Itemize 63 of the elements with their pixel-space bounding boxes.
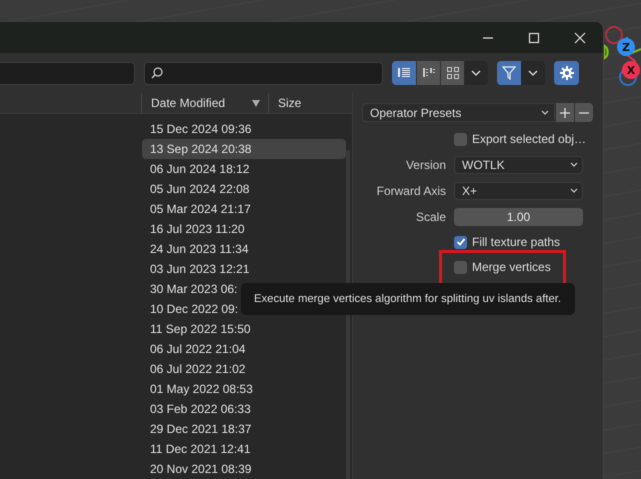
presets-label: Operator Presets bbox=[370, 106, 462, 120]
caret-icon bbox=[570, 162, 578, 167]
filter-button[interactable] bbox=[497, 61, 521, 85]
file-row[interactable]: 13 Sep 2024 20:38 bbox=[142, 139, 346, 159]
field-label: Scale bbox=[414, 210, 446, 224]
file-row[interactable]: 15 Dec 2024 09:36 bbox=[142, 119, 346, 139]
dropdown[interactable]: WOTLK bbox=[454, 156, 583, 174]
field-label: Forward Axis bbox=[376, 184, 446, 198]
checkbox-label: Merge vertices bbox=[472, 260, 551, 274]
view-mode-button[interactable] bbox=[416, 61, 440, 85]
caret-icon bbox=[570, 188, 578, 193]
field-label: Version bbox=[404, 158, 446, 172]
dropdown-value: X+ bbox=[462, 184, 478, 198]
path-field[interactable] bbox=[0, 62, 135, 84]
search-field[interactable] bbox=[144, 62, 383, 84]
file-row[interactable]: 03 Jun 2023 12:21 bbox=[142, 259, 346, 279]
thumbnail-view-icon bbox=[446, 66, 460, 80]
file-row[interactable]: 06 Jul 2022 21:04 bbox=[142, 339, 346, 359]
dropdown[interactable]: X+ bbox=[454, 182, 583, 200]
plus-icon bbox=[560, 108, 570, 118]
tooltip: Execute merge vertices algorithm for splitting uv islands after. bbox=[241, 283, 576, 315]
list-view-icon bbox=[397, 66, 411, 80]
settings-icon bbox=[560, 66, 574, 80]
axis-handle-icon[interactable] bbox=[605, 26, 623, 44]
file-row[interactable]: 05 Mar 2024 21:17 bbox=[142, 199, 346, 219]
file-row[interactable]: 06 Jul 2022 21:02 bbox=[142, 359, 346, 379]
checkbox[interactable] bbox=[454, 132, 467, 146]
remove-preset-button[interactable] bbox=[575, 103, 593, 122]
file-row[interactable]: 06 Jun 2024 18:12 bbox=[142, 159, 346, 179]
dropdown-value: WOTLK bbox=[462, 158, 505, 172]
add-preset-button[interactable] bbox=[556, 103, 574, 122]
checkbox[interactable] bbox=[454, 260, 467, 274]
file-row[interactable]: 29 Dec 2021 18:37 bbox=[142, 419, 346, 439]
settings-button[interactable] bbox=[554, 61, 579, 85]
check-icon bbox=[456, 237, 466, 247]
file-row[interactable]: 05 Jun 2024 22:08 bbox=[142, 179, 346, 199]
file-row[interactable]: 24 Jun 2023 11:34 bbox=[142, 239, 346, 259]
checkbox-label: Fill texture paths bbox=[472, 235, 560, 249]
view-mode-button[interactable] bbox=[392, 61, 416, 85]
sort-arrow-icon bbox=[252, 100, 260, 106]
file-row[interactable]: 20 Nov 2021 08:39 bbox=[142, 459, 346, 479]
column-header[interactable]: Size bbox=[268, 93, 352, 113]
filter-icon bbox=[502, 66, 516, 80]
column-header[interactable]: Date Modified bbox=[151, 96, 226, 110]
caret-icon bbox=[528, 70, 538, 76]
file-row[interactable]: 11 Dec 2021 12:41 bbox=[142, 439, 346, 459]
number-field[interactable]: 1.00 bbox=[454, 208, 583, 226]
presets-dropdown[interactable]: Operator Presets bbox=[362, 103, 555, 122]
maximize-icon bbox=[528, 32, 540, 44]
search-icon bbox=[151, 67, 163, 79]
axis-label[interactable]: X bbox=[622, 61, 640, 79]
file-row[interactable]: 01 May 2022 08:53 bbox=[142, 379, 346, 399]
checkbox[interactable] bbox=[454, 236, 467, 248]
caret-icon bbox=[471, 70, 481, 76]
axis-label[interactable]: Z bbox=[617, 38, 635, 56]
file-row[interactable]: 16 Jul 2023 11:20 bbox=[142, 219, 346, 239]
view-mode-button[interactable] bbox=[440, 61, 464, 85]
columns-view-icon bbox=[422, 66, 436, 80]
close-icon bbox=[574, 32, 586, 44]
file-row[interactable]: 11 Sep 2022 15:50 bbox=[142, 319, 346, 339]
checkbox-label: Export selected obj… bbox=[472, 132, 586, 146]
caret-icon bbox=[541, 110, 549, 115]
file-row[interactable]: 03 Feb 2022 06:33 bbox=[142, 399, 346, 419]
